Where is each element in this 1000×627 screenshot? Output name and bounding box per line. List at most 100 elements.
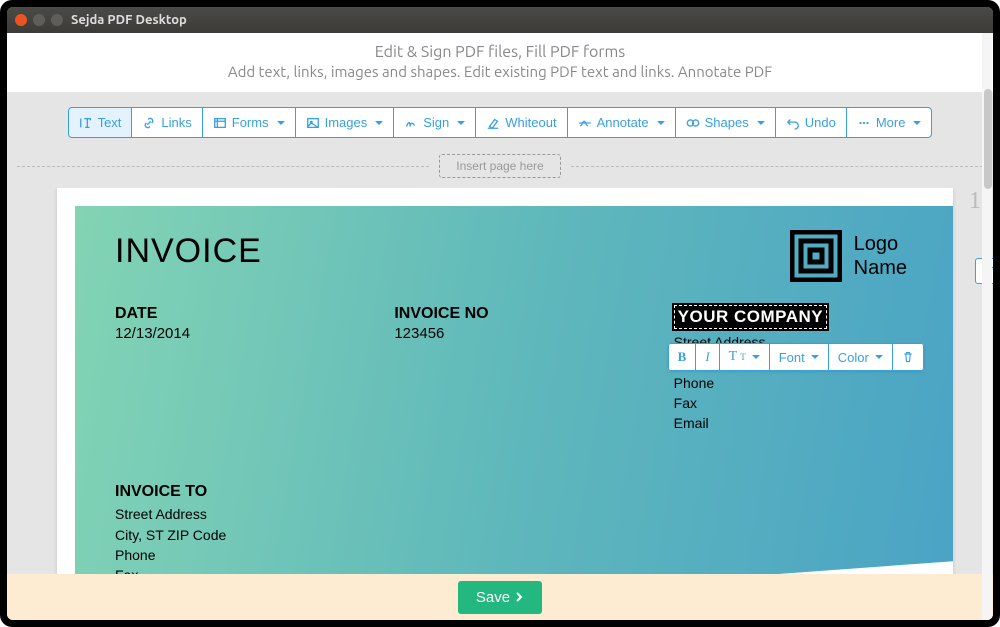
images-tool-button[interactable]: Images	[295, 107, 395, 138]
app-window: Sejda PDF Desktop Edit & Sign PDF files,…	[0, 0, 1000, 627]
insert-page-button[interactable]: Insert page here	[439, 154, 560, 178]
text-tool-label: Text	[98, 115, 122, 130]
sign-tool-button[interactable]: Sign	[393, 107, 476, 138]
invoice-to-block: INVOICE TO Street Address City, ST ZIP C…	[115, 483, 913, 574]
whiteout-tool-button[interactable]: Whiteout	[475, 107, 567, 138]
company-column: YOUR COMPANY Street Address City, ST ZIP…	[674, 305, 913, 433]
header-subtitle: Add text, links, images and shapes. Edit…	[7, 63, 993, 80]
scrollbar-thumb[interactable]	[984, 89, 992, 189]
trash-icon	[902, 351, 914, 363]
shapes-tool-button[interactable]: Shapes	[675, 107, 776, 138]
italic-button[interactable]: I	[695, 343, 719, 371]
invoiceto-phone[interactable]: Phone	[115, 545, 913, 565]
save-label: Save	[476, 589, 510, 606]
size-large: T	[729, 349, 738, 365]
more-button[interactable]: More	[846, 107, 933, 138]
logo-icon	[790, 230, 842, 282]
caret-icon	[752, 355, 760, 359]
font-label: Font	[779, 350, 805, 365]
invoiceto-citystzip[interactable]: City, ST ZIP Code	[115, 525, 913, 545]
whiteout-icon	[486, 116, 500, 130]
caret-icon	[657, 121, 665, 125]
caret-icon	[277, 121, 285, 125]
chevron-right-icon	[514, 591, 524, 603]
caret-icon	[913, 121, 921, 125]
window-buttons	[15, 14, 63, 26]
window-title: Sejda PDF Desktop	[71, 13, 187, 27]
window-maximize-button[interactable]	[51, 14, 63, 26]
undo-button[interactable]: Undo	[775, 107, 847, 138]
window-minimize-button[interactable]	[33, 14, 45, 26]
pdf-page[interactable]: Logo Name INVOICE DATE 12/13/2014	[57, 188, 953, 574]
format-toolbar: B I TT Font	[668, 343, 924, 371]
more-label: More	[876, 115, 906, 130]
color-label: Color	[838, 350, 869, 365]
page-header: Edit & Sign PDF files, Fill PDF forms Ad…	[7, 33, 993, 93]
caret-icon	[375, 121, 383, 125]
forms-tool-button[interactable]: Forms	[202, 107, 296, 138]
company-phone[interactable]: Phone	[674, 373, 913, 393]
size-small: T	[740, 352, 746, 362]
logo-line1: Logo	[854, 232, 907, 256]
logo-text: Logo Name	[854, 232, 907, 280]
logo-line2: Name	[854, 256, 907, 280]
forms-icon	[213, 116, 227, 130]
app-content: Edit & Sign PDF files, Fill PDF forms Ad…	[7, 33, 993, 620]
page-wrapper: Logo Name INVOICE DATE 12/13/2014	[7, 188, 993, 574]
invoice-no-label[interactable]: INVOICE NO	[394, 305, 633, 323]
bold-button[interactable]: B	[668, 343, 697, 371]
invoice-to-details: Street Address City, ST ZIP Code Phone F…	[115, 504, 913, 574]
toolbar-container: Text Links Forms Images	[7, 93, 993, 144]
text-icon	[79, 116, 93, 130]
invoiceto-fax[interactable]: Fax	[115, 565, 913, 574]
text-tool-button[interactable]: Text	[68, 107, 133, 138]
save-button[interactable]: Save	[458, 581, 542, 614]
invoice-no-value[interactable]: 123456	[394, 325, 633, 342]
shapes-icon	[686, 116, 700, 130]
page-number: 1	[969, 188, 981, 215]
company-email[interactable]: Email	[674, 413, 913, 433]
forms-tool-label: Forms	[232, 115, 269, 130]
links-tool-button[interactable]: Links	[131, 107, 202, 138]
invoice-no-column: INVOICE NO 123456	[394, 305, 633, 433]
links-tool-label: Links	[161, 115, 191, 130]
images-tool-label: Images	[325, 115, 368, 130]
annotate-tool-label: Annotate	[597, 115, 649, 130]
window-inner: Sejda PDF Desktop Edit & Sign PDF files,…	[7, 7, 993, 620]
window-close-button[interactable]	[15, 14, 27, 26]
text-size-button[interactable]: TT	[719, 343, 770, 371]
info-row: DATE 12/13/2014 INVOICE NO 123456 YOUR C…	[115, 305, 913, 433]
whiteout-tool-label: Whiteout	[505, 115, 556, 130]
insert-page-row: Insert page here	[7, 144, 993, 188]
delete-text-button[interactable]	[892, 343, 924, 371]
caret-icon	[757, 121, 765, 125]
logo-area: Logo Name	[790, 230, 907, 282]
shapes-tool-label: Shapes	[705, 115, 749, 130]
undo-icon	[786, 116, 800, 130]
titlebar: Sejda PDF Desktop	[7, 7, 993, 33]
header-title: Edit & Sign PDF files, Fill PDF forms	[7, 43, 993, 61]
invoiceto-street[interactable]: Street Address	[115, 504, 913, 524]
link-icon	[142, 116, 156, 130]
date-value[interactable]: 12/13/2014	[115, 325, 354, 342]
annotate-icon	[578, 116, 592, 130]
footer-bar: Save	[7, 574, 993, 620]
font-button[interactable]: Font	[769, 343, 829, 371]
page-area: Insert page here Logo N	[7, 144, 993, 574]
italic-label: I	[705, 349, 709, 365]
annotate-tool-button[interactable]: Annotate	[567, 107, 676, 138]
company-fax[interactable]: Fax	[674, 393, 913, 413]
document-content: Logo Name INVOICE DATE 12/13/2014	[75, 206, 953, 574]
caret-icon	[811, 355, 819, 359]
sign-icon	[404, 116, 418, 130]
invoice-to-label[interactable]: INVOICE TO	[115, 483, 913, 501]
company-name-selected[interactable]: YOUR COMPANY	[674, 305, 827, 329]
main-toolbar: Text Links Forms Images	[68, 107, 933, 138]
sign-tool-label: Sign	[423, 115, 449, 130]
date-label[interactable]: DATE	[115, 305, 354, 323]
images-icon	[306, 116, 320, 130]
more-icon	[857, 116, 871, 130]
caret-icon	[875, 355, 883, 359]
undo-label: Undo	[805, 115, 836, 130]
color-button[interactable]: Color	[828, 343, 893, 371]
